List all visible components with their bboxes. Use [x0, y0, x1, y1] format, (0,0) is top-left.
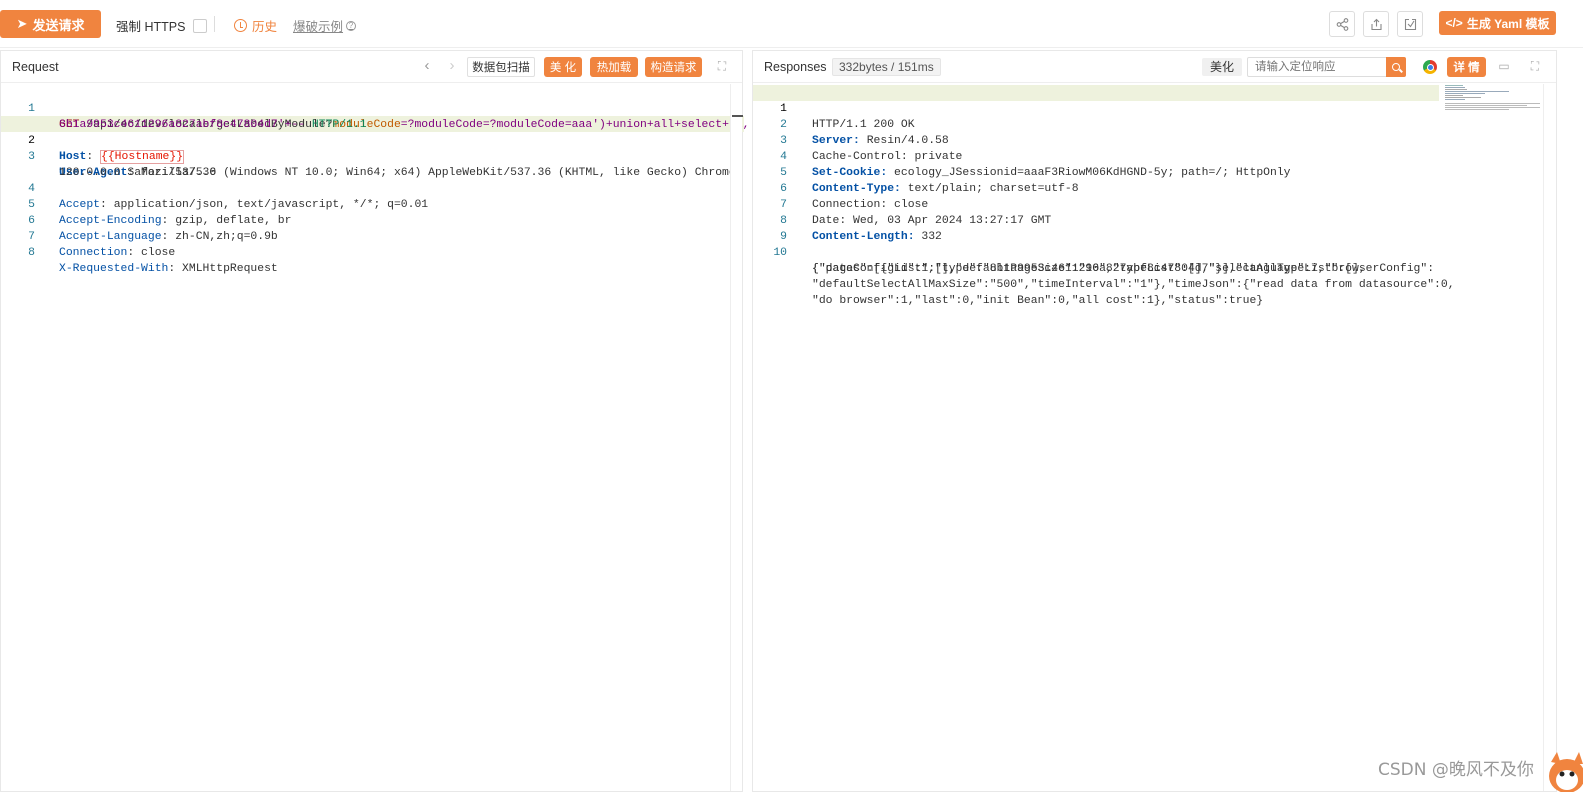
header-value: close	[134, 247, 176, 259]
export-icon[interactable]	[1363, 11, 1389, 37]
generate-yaml-button[interactable]: </> 生成 Yaml 模板	[1439, 11, 1556, 35]
code-line-wrap: 8b1a9953c4611296a827abf8c47804d7'+-- HTT…	[1, 101, 742, 131]
minimap-line	[1445, 89, 1467, 90]
code-line: 1 HTTP/1.1 200 OK	[753, 85, 1556, 131]
hot-load-button[interactable]: 热加载	[590, 57, 638, 77]
code-line: 1 GET /api/ec/dev/locale/getLabelByModul…	[1, 85, 749, 131]
code-line: 8 X-Requested-With: XMLHttpRequest	[1, 229, 742, 275]
code-line: 2 Host: {{Hostname}}	[1, 117, 742, 164]
history-button[interactable]: 历史	[234, 16, 277, 35]
request-beautify-button[interactable]: 美 化	[544, 57, 582, 77]
chevron-left-icon[interactable]: ‹	[419, 57, 435, 75]
response-scrollbar[interactable]	[1543, 84, 1556, 791]
import-icon[interactable]	[1397, 11, 1423, 37]
code-line: 10 {"datas":[{"id":1,"type":"8b1a9953c46…	[753, 229, 1556, 275]
response-beautify-button[interactable]: 美化	[1202, 58, 1242, 76]
code-line-wrap: 120.0.0.0 Safari/537.36	[1, 149, 742, 179]
paper-plane-icon: ➤	[16, 16, 28, 31]
comment-icon[interactable]: ▭	[1497, 59, 1511, 73]
code-line: 6 Accept-Language: zh-CN,zh;q=0.9b	[1, 197, 742, 243]
request-panel-header: Request ‹ › 数据包扫描 美 化 热加载 构造请求 ⛶	[1, 51, 742, 83]
top-toolbar: ➤ 发送请求 强制 HTTPS 历史 爆破示例 ? </> 生成 Yaml 模板	[0, 0, 1583, 48]
code-line: 6 Connection: close	[753, 165, 1556, 211]
code-line: 3 Cache-Control: private	[753, 117, 1556, 163]
minimap-line	[1445, 91, 1509, 92]
expand-icon[interactable]: ⛶	[715, 59, 729, 73]
request-editor[interactable]: 1 GET /api/ec/dev/locale/getLabelByModul…	[1, 84, 749, 791]
toolbar-divider	[214, 16, 215, 32]
request-title: Request	[12, 60, 59, 74]
help-icon[interactable]: ?	[346, 20, 357, 31]
share-icon[interactable]	[1329, 11, 1355, 37]
header-name: X-Requested-With	[59, 263, 169, 275]
bruteforce-example-label: 爆破示例	[293, 20, 344, 34]
construct-request-button[interactable]: 构造请求	[645, 57, 702, 77]
code-line: 5 Accept-Encoding: gzip, deflate, br	[1, 181, 742, 227]
line-number: 8	[28, 247, 35, 259]
minimap-line	[1445, 93, 1485, 94]
response-size-badge: 332bytes / 151ms	[832, 58, 941, 76]
header-value: XMLHttpRequest	[175, 263, 278, 275]
details-button[interactable]: 详 情	[1447, 57, 1486, 77]
code-line: 5 Content-Type: text/plain; charset=utf-…	[753, 149, 1556, 195]
response-viewer[interactable]: 1 HTTP/1.1 200 OK 2 Server: Resin/4.0.58…	[753, 84, 1556, 791]
mascot-icon	[1549, 752, 1583, 792]
force-https-checkbox[interactable]	[193, 18, 208, 33]
code-line: 7 Connection: close	[1, 213, 742, 259]
history-label: 历史	[252, 20, 278, 34]
minimap-line	[1445, 85, 1463, 86]
minimap-line	[1445, 105, 1527, 106]
code-line: 3 User-Agent: Mozilla/5.0 (Windows NT 10…	[1, 133, 742, 179]
expand-icon[interactable]: ⛶	[1528, 59, 1542, 73]
minimap-line	[1445, 99, 1465, 100]
request-panel: Request ‹ › 数据包扫描 美 化 热加载 构造请求 ⛶ 1 GET /…	[0, 50, 749, 792]
response-panel: Responses 332bytes / 151ms 美化 详 情 ▭ ⛶ 1 …	[752, 50, 1557, 792]
generate-yaml-label: 生成 Yaml 模板	[1466, 16, 1550, 31]
scrollbar-cursor-mark	[732, 115, 743, 117]
code-line: 7 Date: Wed, 03 Apr 2024 13:27:17 GMT	[753, 181, 1556, 227]
request-scrollbar[interactable]	[730, 84, 743, 791]
header-name: Connection	[59, 247, 128, 259]
response-minimap[interactable]	[1445, 84, 1543, 114]
minimap-line	[1445, 87, 1465, 88]
code-line-wrap: "defaultSelectAllMaxSize":"500","timeInt…	[753, 261, 1556, 291]
minimap-line	[1445, 109, 1509, 110]
chevron-right-icon[interactable]: ›	[444, 57, 460, 75]
response-panel-header: Responses 332bytes / 151ms 美化 详 情 ▭ ⛶	[753, 51, 1556, 83]
minimap-line	[1445, 103, 1540, 104]
force-https-label: 强制 HTTPS	[116, 20, 186, 34]
locate-response-input[interactable]	[1247, 57, 1387, 77]
clock-icon	[234, 19, 247, 32]
json-body-cont: "do browser":1,"last":0,"init Bean":0,"a…	[812, 295, 1264, 307]
code-line: 2 Server: Resin/4.0.58	[753, 101, 1556, 147]
code-line: 9	[753, 213, 1556, 243]
code-line-wrap: {"pageConfigList":[],"defaultPageSize":"…	[753, 245, 1556, 275]
search-icon	[1392, 63, 1400, 71]
code-icon: </>	[1445, 16, 1463, 30]
minimap-line	[1445, 97, 1481, 98]
force-https-toggle[interactable]: 强制 HTTPS	[116, 16, 208, 35]
locate-search-button[interactable]	[1386, 57, 1406, 77]
bruteforce-example-link[interactable]: 爆破示例 ?	[293, 16, 357, 35]
minimap-line	[1445, 107, 1540, 108]
send-request-button[interactable]: ➤ 发送请求	[0, 10, 101, 38]
response-title: Responses	[764, 60, 827, 74]
code-line: 4 Accept: application/json, text/javascr…	[1, 165, 742, 211]
send-request-label: 发送请求	[32, 17, 85, 33]
csdn-watermark: CSDN @晚风不及你	[1378, 760, 1534, 780]
code-line-wrap: "do browser":1,"last":0,"init Bean":0,"a…	[753, 277, 1556, 307]
chrome-icon[interactable]	[1423, 60, 1437, 74]
minimap-line	[1445, 95, 1463, 96]
packet-scan-button[interactable]: 数据包扫描	[467, 57, 535, 77]
code-line: 8 Content-Length: 332	[753, 197, 1556, 243]
code-line: 4 Set-Cookie: ecology_JSessionid=aaaF3Ri…	[753, 133, 1556, 179]
